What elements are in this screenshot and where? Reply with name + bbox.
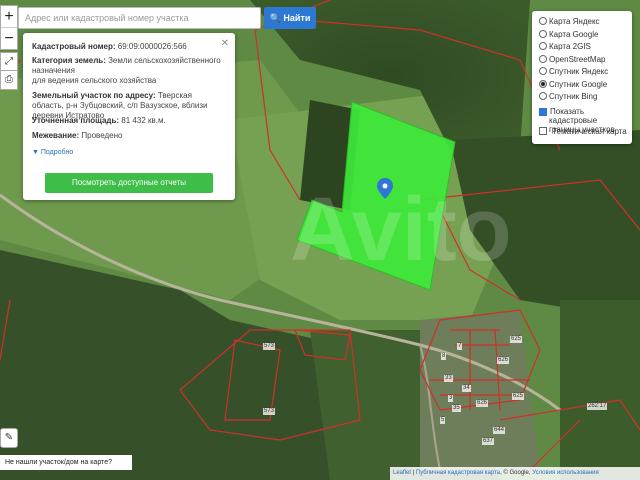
survey-label: Межевание: — [32, 131, 80, 140]
map-attribution: Leaflet | Публичная кадастровая карта, ©… — [390, 467, 640, 480]
terms-link[interactable]: Условия использования — [532, 470, 599, 476]
parcel-number-label: 625 — [510, 336, 523, 343]
layer-option[interactable]: Карта Яндекс — [539, 16, 600, 27]
leaflet-link[interactable]: Leaflet — [393, 470, 411, 476]
parcel-number-label: 33 — [444, 375, 453, 382]
layer-option-label: Спутник Google — [549, 79, 608, 89]
land-usage-value: для ведения сельского хозяйства — [32, 76, 157, 85]
cadastral-number-row: Кадастровый номер: 69:09:0000026:566 — [32, 42, 222, 52]
cadastral-number-value: 69:09:0000026:566 — [117, 42, 187, 51]
parcel-number-label: 34 — [462, 385, 471, 392]
print-tool-button[interactable]: ⎙ — [0, 70, 18, 90]
area-row: Уточненная площадь: 81 432 кв.м. — [32, 116, 222, 126]
layer-option[interactable]: Спутник Google — [539, 79, 607, 90]
thematic-map-toggle[interactable]: Тематическая карта — [539, 126, 627, 137]
layer-option[interactable]: Спутник Bing — [539, 91, 597, 102]
not-found-link[interactable]: Не нашли участок/дом на карте? — [0, 455, 132, 470]
ruler-tool-button[interactable]: ⤢ — [0, 52, 18, 72]
land-category-label: Категория земель: — [32, 56, 106, 65]
print-icon: ⎙ — [5, 74, 13, 85]
details-link-label: Подробно — [40, 149, 74, 156]
cadastral-number-label: Кадастровый номер: — [32, 42, 116, 51]
radio-icon[interactable] — [539, 17, 547, 25]
layer-option[interactable]: Карта 2GIS — [539, 41, 591, 52]
radio-icon[interactable] — [539, 92, 547, 100]
parcel-number-label: 644 — [493, 427, 506, 434]
layer-option-label: Спутник Яндекс — [549, 67, 609, 76]
zoom-control: + − — [0, 5, 18, 50]
layer-option-label: Карта Яндекс — [549, 17, 600, 26]
parcel-number-label: 7 — [457, 343, 463, 350]
parcel-number-label: 626 — [476, 400, 489, 407]
survey-value: Проведено — [81, 131, 123, 140]
parcel-number-label: 626 — [497, 357, 510, 364]
layer-option-label: Спутник Bing — [549, 92, 598, 101]
search-icon: 🔍 — [269, 13, 281, 23]
radio-selected-icon[interactable] — [539, 79, 547, 88]
view-reports-button[interactable]: Посмотреть доступные отчеты — [45, 173, 213, 193]
layer-switcher: Карта Яндекс Карта Google Карта 2GIS OpenSt… — [532, 11, 632, 144]
zoom-in-button[interactable]: + — [1, 6, 17, 28]
parcel-number-label: 573 — [263, 343, 276, 350]
parcel-number-label: 625 — [512, 393, 525, 400]
search-button-label: Найти — [283, 13, 311, 23]
checkbox-icon[interactable] — [539, 127, 547, 135]
draw-tool-button[interactable]: ✎ — [0, 428, 18, 448]
layer-option-label: Карта 2GIS — [549, 42, 591, 51]
radio-icon[interactable] — [539, 42, 547, 50]
layer-option[interactable]: Карта Google — [539, 29, 598, 40]
layer-option-label: OpenStreetMap — [549, 54, 606, 64]
search-button[interactable]: 🔍 Найти — [264, 7, 316, 29]
zoom-out-button[interactable]: − — [1, 28, 17, 49]
details-link[interactable]: ▼ Подробно — [32, 149, 73, 156]
parcel-number-label: 637 — [482, 438, 495, 445]
ruler-icon: ⤢ — [5, 56, 13, 67]
pkk-link[interactable]: Публичная кадастровая карта — [416, 470, 500, 476]
watermark: Avito — [290, 180, 512, 280]
layer-option-label: Карта Google — [549, 29, 599, 39]
cadastral-boundaries-toggle[interactable]: Показать кадастровые границы участков — [539, 107, 627, 134]
search-input[interactable]: Адрес или кадастровый номер участка — [18, 7, 261, 29]
pencil-icon: ✎ — [4, 432, 14, 443]
parcel-number-label: 262:17 — [587, 403, 608, 410]
parcel-info-panel: ✕ Кадастровый номер: 69:09:0000026:566 К… — [23, 33, 235, 200]
thematic-map-label: Тематическая карта — [552, 127, 627, 136]
parcel-number-label: 3 — [448, 395, 454, 402]
layer-option[interactable]: OpenStreetMap — [539, 54, 605, 65]
address-label: Земельный участок по адресу: — [32, 91, 156, 100]
radio-icon[interactable] — [539, 54, 547, 63]
land-category-row: Категория земель: Земли сельскохозяйстве… — [32, 56, 222, 86]
checkbox-checked-icon[interactable] — [539, 108, 547, 116]
radio-icon[interactable] — [539, 29, 547, 38]
parcel-number-label: 5 — [440, 417, 446, 424]
survey-row: Межевание: Проведено — [32, 131, 222, 141]
caret-down-icon: ▼ — [32, 149, 39, 156]
parcel-number-label: 35 — [452, 405, 461, 412]
google-copyright: © Google — [503, 470, 529, 476]
parcel-number-label: 8 — [441, 353, 447, 360]
layer-option[interactable]: Спутник Яндекс — [539, 66, 608, 77]
area-value: 81 432 кв.м. — [121, 116, 166, 125]
area-label: Уточненная площадь: — [32, 116, 120, 125]
radio-icon[interactable] — [539, 67, 547, 75]
parcel-number-label: 573 — [263, 408, 276, 415]
